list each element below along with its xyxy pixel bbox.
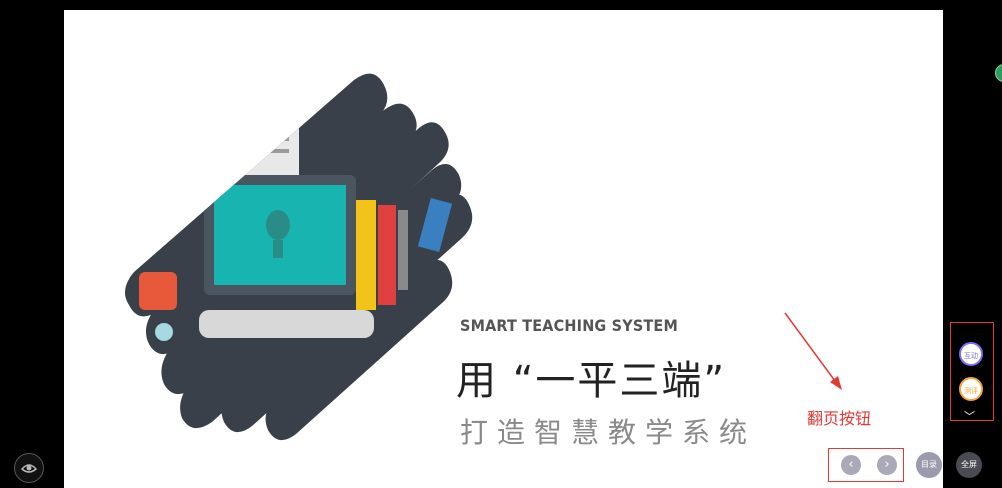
- interact-label: 互动: [964, 352, 978, 360]
- rate-button[interactable]: 测评: [959, 377, 983, 401]
- fullscreen-button[interactable]: 全屏: [956, 452, 982, 478]
- fullscreen-label: 全屏: [961, 460, 977, 469]
- chevron-right-icon: ›: [884, 457, 890, 472]
- slide-chinese-title: 用 “一平三端”: [456, 358, 727, 404]
- page-turn-annotation-label: 翻页按钮: [807, 409, 872, 428]
- side-panel-highlight-box: [950, 322, 994, 421]
- catalog-button[interactable]: 目录: [916, 452, 942, 478]
- next-page-button[interactable]: ›: [877, 455, 897, 475]
- slide-english-title: SMART TEACHING SYSTEM: [460, 316, 678, 335]
- eye-icon: [20, 464, 38, 473]
- chevron-down-icon[interactable]: ﹀: [964, 408, 975, 424]
- annotation-arrow-icon: [784, 312, 842, 390]
- slide-chinese-subtitle: 打造智慧教学系统: [460, 416, 757, 449]
- rate-label: 测评: [964, 387, 978, 395]
- eye-toggle-button[interactable]: [14, 453, 44, 483]
- prev-page-button[interactable]: ‹: [841, 455, 861, 475]
- interact-button[interactable]: 互动: [959, 342, 983, 366]
- left-black-bar: [0, 0, 64, 488]
- chevron-left-icon: ‹: [848, 457, 854, 472]
- catalog-label: 目录: [921, 460, 937, 469]
